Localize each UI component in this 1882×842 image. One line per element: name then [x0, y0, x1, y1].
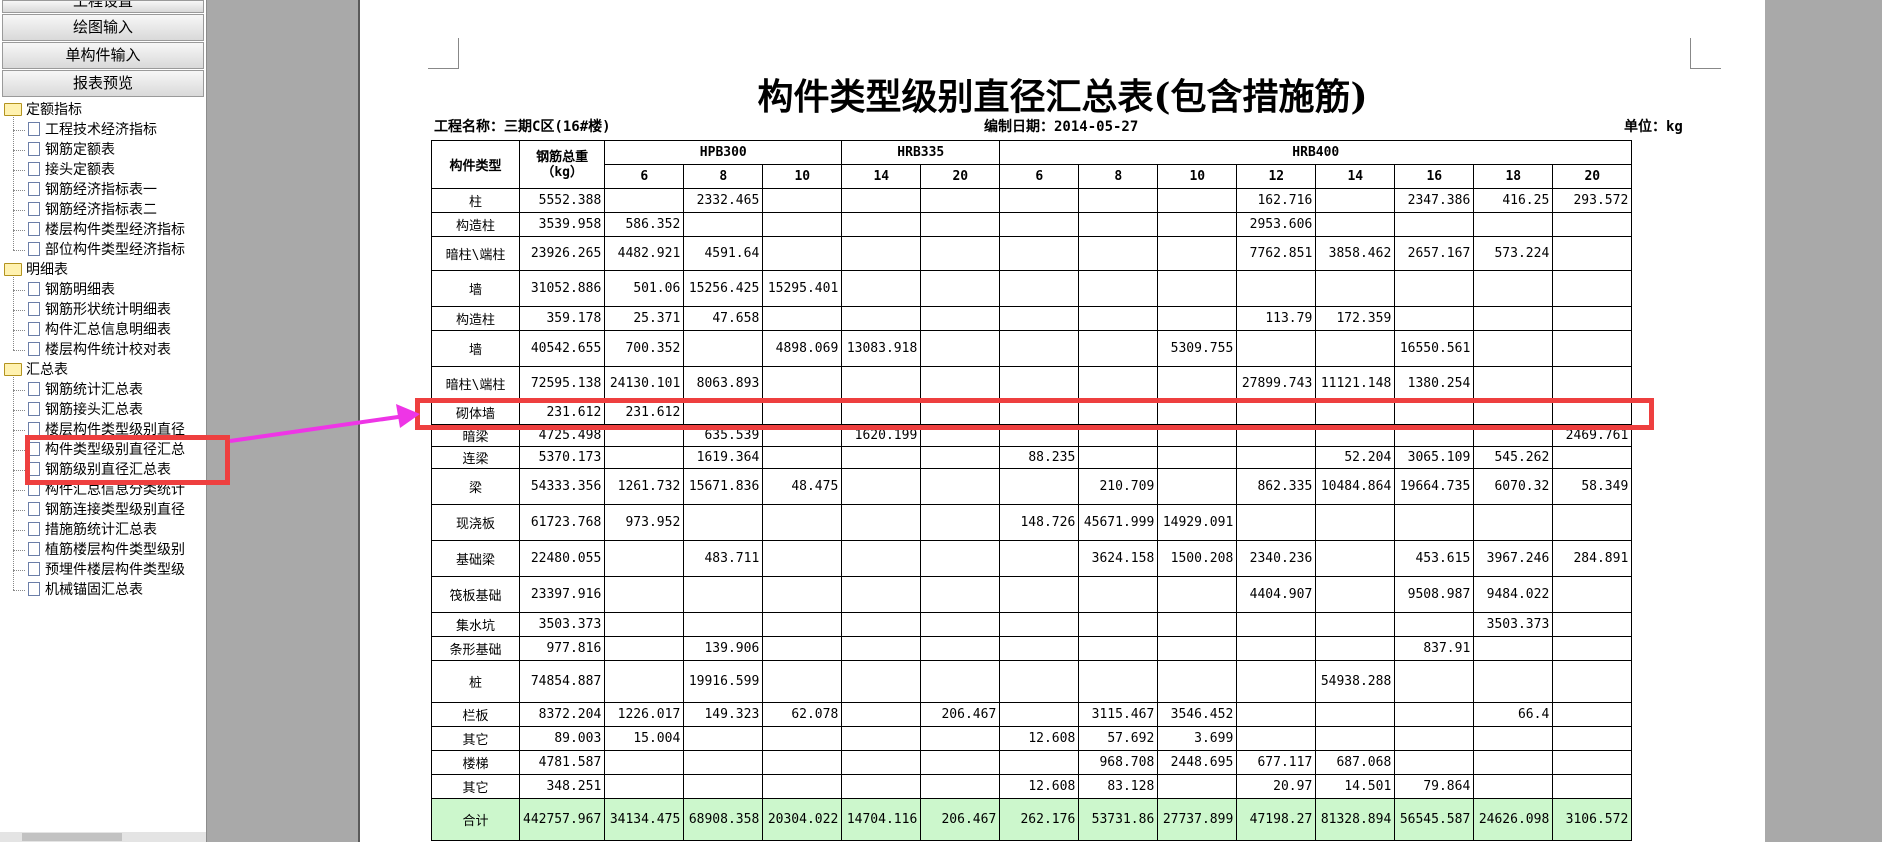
arrow-shaft — [229, 414, 406, 443]
arrow-head — [396, 404, 420, 428]
annotation-arrow — [229, 404, 420, 443]
